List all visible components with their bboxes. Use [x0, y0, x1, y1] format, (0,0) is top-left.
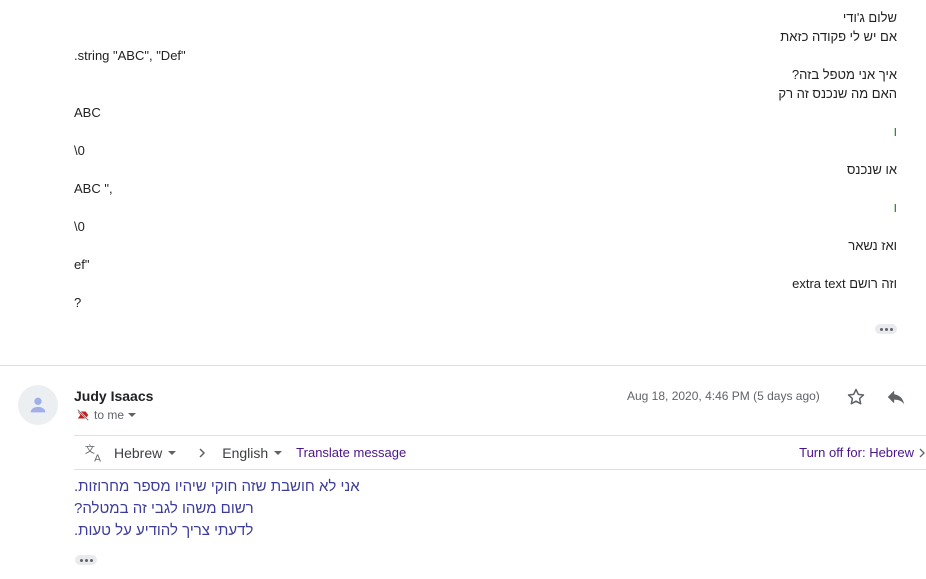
reply-button[interactable] — [885, 386, 907, 413]
recipient-row[interactable]: to me — [76, 408, 137, 422]
target-language-select[interactable]: English — [222, 444, 283, 461]
translate-icon: 文 A — [85, 443, 101, 464]
sender-avatar[interactable] — [18, 385, 58, 425]
msg-greeting: שלום ג'ודי — [842, 10, 897, 25]
chevron-right-icon — [199, 447, 206, 458]
chevron-right-icon — [919, 448, 925, 458]
translate-bar: 文 A Hebrew English Translate message Tur… — [74, 435, 926, 470]
msg-question2: איך אני מטפל בזה? — [791, 67, 897, 82]
label-important-icon — [77, 409, 89, 421]
translate-message-link[interactable]: Translate message — [296, 445, 406, 460]
target-language-label: English — [222, 444, 269, 461]
msg-null1: \0 — [74, 143, 85, 158]
msg-null2: \0 — [74, 219, 85, 234]
show-trimmed-content-button[interactable] — [875, 324, 897, 334]
star-icon — [847, 388, 865, 405]
reply-icon — [887, 390, 905, 405]
msg-remaining: ואז נשאר — [848, 238, 897, 253]
msg-abc: ABC — [74, 105, 101, 120]
msg-or-entered: או שנכנס — [846, 162, 897, 177]
turn-off-translation-link[interactable]: Turn off for: Hebrew — [799, 445, 914, 460]
msg-ef: ef" — [74, 257, 90, 272]
msg-extra: וזה רושם extra text — [792, 276, 897, 291]
sender-name[interactable]: Judy Isaacs — [74, 388, 153, 404]
source-language-label: Hebrew — [114, 444, 163, 461]
recipient-label: to me — [94, 408, 125, 422]
msg-vav2: ו — [893, 200, 897, 215]
msg-question3: האם מה שנכנס זה רק — [778, 86, 897, 101]
chevron-down-icon — [128, 413, 137, 417]
message-body-line: לדעתי צריך להודיע על טעות. — [74, 522, 254, 539]
msg-command: .string "ABC", "Def" — [74, 48, 186, 63]
avatar-icon — [30, 397, 46, 413]
message-body: אני לא חושבת שזה חוקי שיהיו מספר מחרוזות… — [74, 476, 574, 542]
message-date: Aug 18, 2020, 4:46 PM (5 days ago) — [627, 389, 820, 403]
svg-text:A: A — [94, 453, 101, 464]
message-body-line: אני לא חושבת שזה חוקי שיהיו מספר מחרוזות… — [74, 478, 360, 495]
msg-abc-quote: ABC ", — [74, 181, 113, 196]
source-language-select[interactable]: Hebrew — [114, 444, 177, 461]
msg-question-mark: ? — [74, 295, 82, 310]
msg-question1: אם יש לי פקודה כזאת — [780, 29, 897, 44]
chevron-down-icon — [168, 450, 177, 455]
show-trimmed-content-button[interactable] — [75, 555, 97, 565]
star-button[interactable] — [846, 387, 866, 412]
msg-vav1: ו — [893, 124, 897, 139]
message-body-line: רשום משהו לגבי זה במטלה? — [74, 500, 254, 517]
chevron-down-icon — [274, 450, 283, 455]
message-divider — [0, 365, 926, 366]
